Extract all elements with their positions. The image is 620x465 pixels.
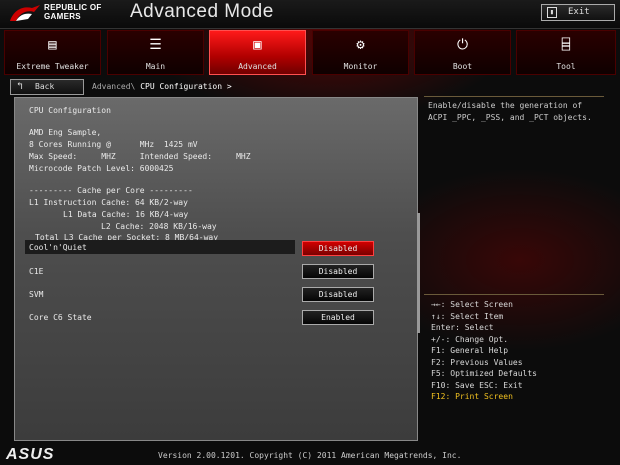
tab-label: Boot xyxy=(452,62,473,71)
cpu-name: AMD Eng Sample, xyxy=(29,128,102,137)
exit-label: Exit xyxy=(568,7,590,17)
key-hint: →←: Select Screen xyxy=(431,300,513,309)
breadcrumb-current: CPU Configuration > xyxy=(140,82,232,91)
help-divider-top xyxy=(424,96,604,97)
tab-tool[interactable]: ⌸ Tool xyxy=(516,30,616,75)
tool-icon: ⌸ xyxy=(561,37,571,53)
advanced-icon: ▣ xyxy=(253,37,262,53)
setting-label-svm[interactable]: SVM xyxy=(29,290,43,299)
monitor-icon: ⚙ xyxy=(356,37,365,53)
microcode-level: Microcode Patch Level: 6000425 xyxy=(29,164,174,173)
l1-data-cache: L1 Data Cache: 16 KB/4-way xyxy=(63,210,189,219)
help-divider-middle xyxy=(424,294,604,295)
power-icon: ⏻ xyxy=(456,37,469,53)
key-hint: F1: General Help xyxy=(431,346,509,355)
key-legend: →←: Select Screen ↑↓: Select Item Enter:… xyxy=(431,299,537,403)
cpu-cores: 8 Cores Running @ MHz 1425 mV xyxy=(29,140,198,149)
c1e-value[interactable]: Disabled xyxy=(302,264,374,279)
help-line-2: ACPI _PPC, _PSS, and _PCT objects. xyxy=(428,113,592,122)
tab-extreme-tweaker[interactable]: ▤ Extreme Tweaker xyxy=(4,30,101,75)
core-c6-value[interactable]: Enabled xyxy=(302,310,374,325)
scrollbar[interactable] xyxy=(417,213,420,333)
breadcrumb: Advanced\ CPU Configuration > xyxy=(92,82,232,91)
coolnquiet-value[interactable]: Disabled xyxy=(302,241,374,256)
setting-label-c1e[interactable]: C1E xyxy=(29,267,43,276)
key-hint: F2: Previous Values xyxy=(431,357,523,367)
tab-label: Tool xyxy=(556,62,576,71)
print-screen-hint: F12: Print Screen xyxy=(431,392,513,401)
l1-instruction-cache: L1 Instruction Cache: 64 KB/2-way xyxy=(29,198,188,207)
svm-value[interactable]: Disabled xyxy=(302,287,374,302)
key-hint: F10: Save ESC: Exit xyxy=(431,380,523,390)
tab-label: Extreme Tweaker xyxy=(16,62,89,71)
exit-button[interactable]: ▮ Exit xyxy=(541,4,615,21)
back-button[interactable]: ↰ Back xyxy=(10,79,84,95)
page-title: Advanced Mode xyxy=(130,1,274,22)
tab-monitor[interactable]: ⚙ Monitor xyxy=(312,30,409,75)
key-hint: F5: Optimized Defaults xyxy=(431,369,537,378)
list-icon: ☰ xyxy=(149,37,162,53)
rog-logo-icon xyxy=(10,5,40,21)
settings-panel: CPU Configuration AMD Eng Sample, 8 Core… xyxy=(14,97,420,441)
tab-advanced[interactable]: ▣ Advanced xyxy=(209,30,306,75)
key-hint: ↑↓: Select Item xyxy=(431,311,504,321)
key-hint: +/-: Change Opt. xyxy=(431,334,509,344)
tab-label: Main xyxy=(145,62,166,71)
back-arrow-icon: ↰ xyxy=(17,81,24,92)
l2-cache: L2 Cache: 2048 KB/16-way xyxy=(101,222,217,231)
key-hint: Enter: Select xyxy=(431,323,494,332)
back-label: Back xyxy=(35,82,55,91)
tab-main[interactable]: ☰ Main xyxy=(107,30,204,75)
cache-header: --------- Cache per Core --------- xyxy=(29,186,193,195)
brand-line-2: GAMERS xyxy=(44,12,81,21)
tab-label: Monitor xyxy=(343,62,378,71)
setting-label-core-c6[interactable]: Core C6 State xyxy=(29,313,92,322)
brand-line-1: REPUBLIC OF xyxy=(44,3,102,12)
cpu-speed: Max Speed: MHZ Intended Speed: MHZ xyxy=(29,152,251,161)
brand-text: REPUBLIC OF GAMERS xyxy=(44,3,102,21)
help-text: Enable/disable the generation of ACPI _P… xyxy=(428,100,608,124)
version-text: Version 2.00.1201. Copyright (C) 2011 Am… xyxy=(158,451,462,460)
help-line-1: Enable/disable the generation of xyxy=(428,101,583,110)
tweaker-icon: ▤ xyxy=(48,37,57,53)
setting-label-coolnquiet[interactable]: Cool'n'Quiet xyxy=(29,243,87,252)
exit-door-icon: ▮ xyxy=(547,7,557,18)
main-tabs: ▤ Extreme Tweaker ☰ Main ▣ Advanced ⚙ Mo… xyxy=(4,30,616,75)
asus-logo: ASUS xyxy=(6,446,55,463)
top-bar: REPUBLIC OF GAMERS Advanced Mode ▮ Exit xyxy=(0,0,620,29)
breadcrumb-parent[interactable]: Advanced\ xyxy=(92,82,135,91)
tab-boot[interactable]: ⏻ Boot xyxy=(414,30,511,75)
section-title: CPU Configuration xyxy=(29,106,111,115)
tab-label: Advanced xyxy=(238,62,277,71)
